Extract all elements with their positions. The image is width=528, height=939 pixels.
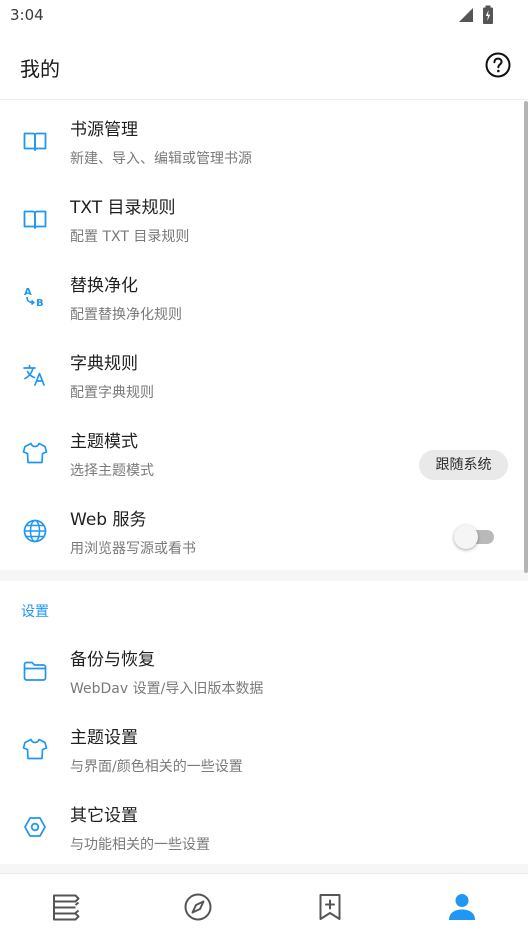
shirt-icon [22, 442, 48, 464]
theme-mode-item[interactable]: 主题模式 选择主题模式 跟随系统 [0, 413, 524, 491]
app-bar: 我的 [0, 32, 528, 100]
status-bar: 3:04 [0, 0, 528, 32]
book-source-item[interactable]: 书源管理 新建、导入、编辑或管理书源 [0, 101, 524, 179]
replace-rule-item[interactable]: A B 替换净化 配置替换净化规则 [0, 257, 524, 335]
item-summary: 新建、导入、编辑或管理书源 [70, 151, 252, 167]
globe-icon [23, 519, 47, 543]
item-summary: 配置 TXT 目录规则 [70, 229, 190, 245]
bookshelf-icon [53, 894, 80, 921]
nav-my[interactable] [396, 874, 528, 939]
nav-explore[interactable] [132, 874, 264, 939]
item-summary: WebDav 设置/导入旧版本数据 [70, 681, 264, 697]
help-circle-icon[interactable] [484, 51, 512, 79]
item-title: 主题模式 [70, 432, 138, 452]
shirt-icon [22, 738, 48, 760]
folder-icon [23, 661, 47, 681]
item-summary: 用浏览器写源或看书 [70, 541, 196, 557]
settings-preference-group: 设置 备份与恢复 WebDav 设置/导入旧版本数据 主题设置 与界面/颜色相关… [0, 581, 528, 864]
item-title: 主题设置 [70, 728, 138, 748]
item-title: 备份与恢复 [70, 650, 155, 670]
item-summary: 与功能相关的一些设置 [70, 837, 210, 853]
svg-text:B: B [36, 298, 44, 309]
backup-restore-item[interactable]: 备份与恢复 WebDav 设置/导入旧版本数据 [0, 631, 524, 709]
switch-thumb [454, 525, 478, 549]
theme-settings-item[interactable]: 主题设置 与界面/颜色相关的一些设置 [0, 709, 524, 787]
translate-icon [23, 364, 45, 386]
nav-bookshelf[interactable] [0, 874, 132, 939]
item-summary: 配置字典规则 [70, 385, 154, 401]
item-title: TXT 目录规则 [70, 198, 176, 218]
bottom-navigation [0, 873, 528, 939]
bookmark-add-icon [319, 894, 341, 920]
other-settings-item[interactable]: 其它设置 与功能相关的一些设置 [0, 787, 524, 865]
web-service-item[interactable]: Web 服务 用浏览器写源或看书 [0, 491, 524, 569]
book-open-icon [23, 132, 47, 151]
preference-list[interactable]: 书源管理 新建、导入、编辑或管理书源 TXT 目录规则 配置 TXT 目录规则 … [0, 101, 528, 873]
scrollbar[interactable] [524, 101, 528, 573]
settings-category-title: 设置 [21, 604, 49, 620]
book-open-icon [23, 210, 47, 229]
svg-text:A: A [24, 287, 32, 298]
item-title: 书源管理 [70, 120, 138, 140]
item-summary: 配置替换净化规则 [70, 307, 182, 323]
item-title: 替换净化 [70, 276, 138, 296]
dict-rule-item[interactable]: 字典规则 配置字典规则 [0, 335, 524, 413]
item-summary: 选择主题模式 [70, 463, 154, 479]
page-title: 我的 [20, 57, 60, 81]
theme-mode-value-chip[interactable]: 跟随系统 [419, 450, 508, 480]
item-title: 其它设置 [70, 806, 138, 826]
main-preference-group: 书源管理 新建、导入、编辑或管理书源 TXT 目录规则 配置 TXT 目录规则 … [0, 101, 528, 570]
hexagon-settings-icon [24, 817, 46, 837]
person-icon [449, 894, 475, 920]
status-time: 3:04 [10, 6, 44, 24]
item-title: 字典规则 [70, 354, 138, 374]
txt-toc-rule-item[interactable]: TXT 目录规则 配置 TXT 目录规则 [0, 179, 524, 257]
battery-icon [483, 5, 493, 24]
web-service-switch[interactable] [452, 523, 498, 551]
compass-icon [184, 893, 212, 921]
swap-ab-icon: A B [24, 287, 44, 309]
item-title: Web 服务 [70, 510, 147, 530]
nav-rss[interactable] [264, 874, 396, 939]
item-summary: 与界面/颜色相关的一些设置 [70, 759, 243, 775]
signal-icon [459, 8, 473, 22]
